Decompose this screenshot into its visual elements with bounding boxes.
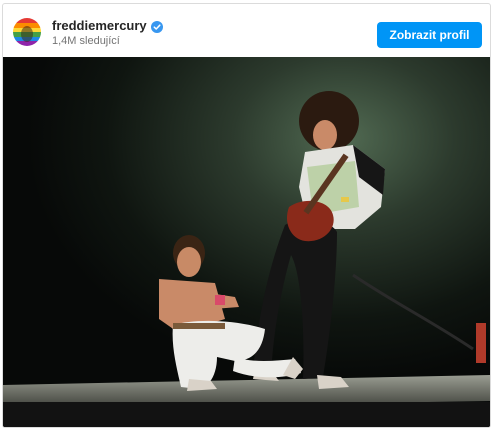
username-row: freddiemercury xyxy=(52,18,163,33)
follower-count: 1,4M sledující xyxy=(52,35,120,47)
rainbow-avatar-icon xyxy=(13,18,41,46)
post-header: freddiemercury 1,4M sledující Zobrazit p… xyxy=(3,4,490,57)
verified-badge-icon xyxy=(150,20,163,33)
profile-avatar[interactable] xyxy=(13,18,41,46)
post-photo[interactable] xyxy=(3,57,490,427)
username-link[interactable]: freddiemercury xyxy=(52,18,147,33)
instagram-embed-card: freddiemercury 1,4M sledující Zobrazit p… xyxy=(2,3,491,428)
view-profile-button[interactable]: Zobrazit profil xyxy=(377,22,482,48)
concert-photo-image xyxy=(3,57,490,427)
